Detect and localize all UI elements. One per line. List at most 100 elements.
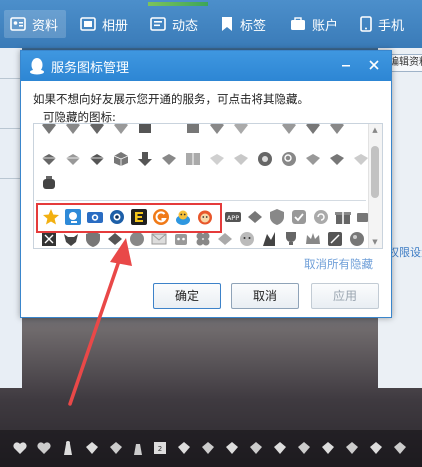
divider xyxy=(0,78,20,79)
tab-phone[interactable]: 手机 xyxy=(354,10,420,38)
svg-text:2: 2 xyxy=(158,445,162,453)
badge-icon[interactable] xyxy=(208,123,226,136)
cube-icon[interactable] xyxy=(112,150,130,168)
pot-icon[interactable] xyxy=(40,174,58,192)
diamond-icon[interactable] xyxy=(320,440,336,456)
tab-feed[interactable]: 动态 xyxy=(144,10,208,38)
diamond-icon[interactable] xyxy=(200,440,216,456)
cancel-all-hidden-link[interactable]: 取消所有隐藏 xyxy=(304,256,373,272)
figure-icon[interactable] xyxy=(130,440,146,456)
photo-album-icon xyxy=(80,17,96,31)
badge-icon[interactable] xyxy=(112,123,130,136)
diamond-icon[interactable] xyxy=(246,208,264,226)
tab-label: 手机 xyxy=(378,18,405,34)
badge-icon[interactable]: 2 xyxy=(152,440,168,456)
badge-icon[interactable] xyxy=(328,123,346,136)
diamond-icon[interactable] xyxy=(208,150,226,168)
tab-profile[interactable]: 资料 xyxy=(4,10,66,38)
tab-tags[interactable]: 标签 xyxy=(214,10,280,38)
figure-icon[interactable] xyxy=(260,230,278,248)
scroll-up-icon[interactable]: ▲ xyxy=(371,126,379,134)
diamond-icon[interactable] xyxy=(296,440,312,456)
diamond-icon[interactable] xyxy=(392,440,408,456)
minimize-button[interactable] xyxy=(337,57,355,75)
top-navigation: 资料 相册 动态 标签 账户 手机 xyxy=(0,0,422,48)
diamond-icon[interactable] xyxy=(232,150,250,168)
badge-icon[interactable] xyxy=(184,123,202,136)
diamond-icon[interactable] xyxy=(108,440,124,456)
dialog-title: 服务图标管理 xyxy=(51,60,130,76)
feed-icon xyxy=(150,17,166,31)
close-icon xyxy=(369,60,379,70)
tab-indicator xyxy=(148,2,208,6)
badge-icon[interactable] xyxy=(232,123,250,136)
close-button[interactable] xyxy=(365,57,383,75)
tab-label: 标签 xyxy=(240,18,267,34)
swirl-icon[interactable] xyxy=(312,208,330,226)
service-icon-dialog: 服务图标管理 如果不想向好友展示您开通的服务，可点击将其隐藏。 可隐藏的图标: xyxy=(20,50,392,318)
tab-label: 账户 xyxy=(312,18,339,34)
apply-button[interactable]: 应用 xyxy=(311,283,379,309)
heart-icon[interactable] xyxy=(36,440,52,456)
badge-icon[interactable] xyxy=(64,123,82,136)
heart-icon[interactable] xyxy=(12,440,28,456)
tab-label: 动态 xyxy=(172,18,199,34)
diamond-icon[interactable] xyxy=(304,150,322,168)
scrollbar-thumb[interactable] xyxy=(371,146,379,198)
checkmark-badge-icon[interactable] xyxy=(290,208,308,226)
minimize-icon xyxy=(342,65,350,67)
diamond-icon[interactable] xyxy=(248,440,264,456)
face-icon[interactable] xyxy=(238,230,256,248)
confirm-button[interactable]: 确定 xyxy=(153,283,221,309)
left-panel xyxy=(0,48,22,388)
icon-group-divider xyxy=(36,200,366,201)
badge-icon[interactable] xyxy=(88,123,106,136)
diamond-icon[interactable] xyxy=(40,150,58,168)
cancel-button[interactable]: 取消 xyxy=(231,283,299,309)
profile-card-icon xyxy=(10,17,26,31)
ball-icon[interactable] xyxy=(348,230,366,248)
leaf-icon[interactable] xyxy=(326,230,344,248)
down-arrow-icon[interactable] xyxy=(136,150,154,168)
tab-label: 相册 xyxy=(102,18,129,34)
diamond-icon[interactable] xyxy=(160,150,178,168)
divider xyxy=(0,178,20,179)
figure-icon[interactable] xyxy=(60,440,76,456)
highlight-box xyxy=(36,203,222,233)
diamond-icon[interactable] xyxy=(344,440,360,456)
diamond-icon[interactable] xyxy=(64,150,82,168)
diamond-icon[interactable] xyxy=(328,150,346,168)
svg-text:APP: APP xyxy=(227,214,239,222)
dialog-description: 如果不想向好友展示您开通的服务，可点击将其隐藏。 xyxy=(33,92,309,106)
diamond-icon[interactable] xyxy=(88,150,106,168)
gift-icon[interactable] xyxy=(334,208,352,226)
badge-icon[interactable] xyxy=(304,123,322,136)
shield-icon[interactable] xyxy=(268,208,286,226)
tab-album[interactable]: 相册 xyxy=(74,10,138,38)
wallet-icon xyxy=(291,17,305,30)
dialog-titlebar[interactable]: 服务图标管理 xyxy=(21,51,391,81)
tag-icon xyxy=(222,17,232,31)
qq-penguin-icon xyxy=(30,58,44,75)
badge-icon[interactable] xyxy=(40,123,58,136)
app-badge-icon[interactable]: APP xyxy=(224,208,242,226)
diamond-icon[interactable] xyxy=(224,440,240,456)
gear-badge-icon[interactable] xyxy=(256,150,274,168)
diamond-icon[interactable] xyxy=(84,440,100,456)
diamond-icon[interactable] xyxy=(272,440,288,456)
icon-list-scrollbar[interactable]: ▲ ▼ xyxy=(368,124,382,248)
diamond-icon[interactable] xyxy=(368,440,384,456)
crown-icon[interactable] xyxy=(304,230,322,248)
trophy-icon[interactable] xyxy=(282,230,300,248)
badge-icon[interactable] xyxy=(280,123,298,136)
search-badge-icon[interactable] xyxy=(280,150,298,168)
tab-label: 资料 xyxy=(32,18,59,34)
permission-settings-link[interactable]: 权限设置 xyxy=(388,244,422,260)
divider xyxy=(0,128,20,129)
book-icon[interactable] xyxy=(184,150,202,168)
diamond-icon[interactable] xyxy=(176,440,192,456)
phone-icon xyxy=(360,16,372,32)
scroll-down-icon[interactable]: ▼ xyxy=(371,238,379,246)
badge-icon[interactable] xyxy=(136,123,154,136)
tab-account[interactable]: 账户 xyxy=(284,10,348,38)
